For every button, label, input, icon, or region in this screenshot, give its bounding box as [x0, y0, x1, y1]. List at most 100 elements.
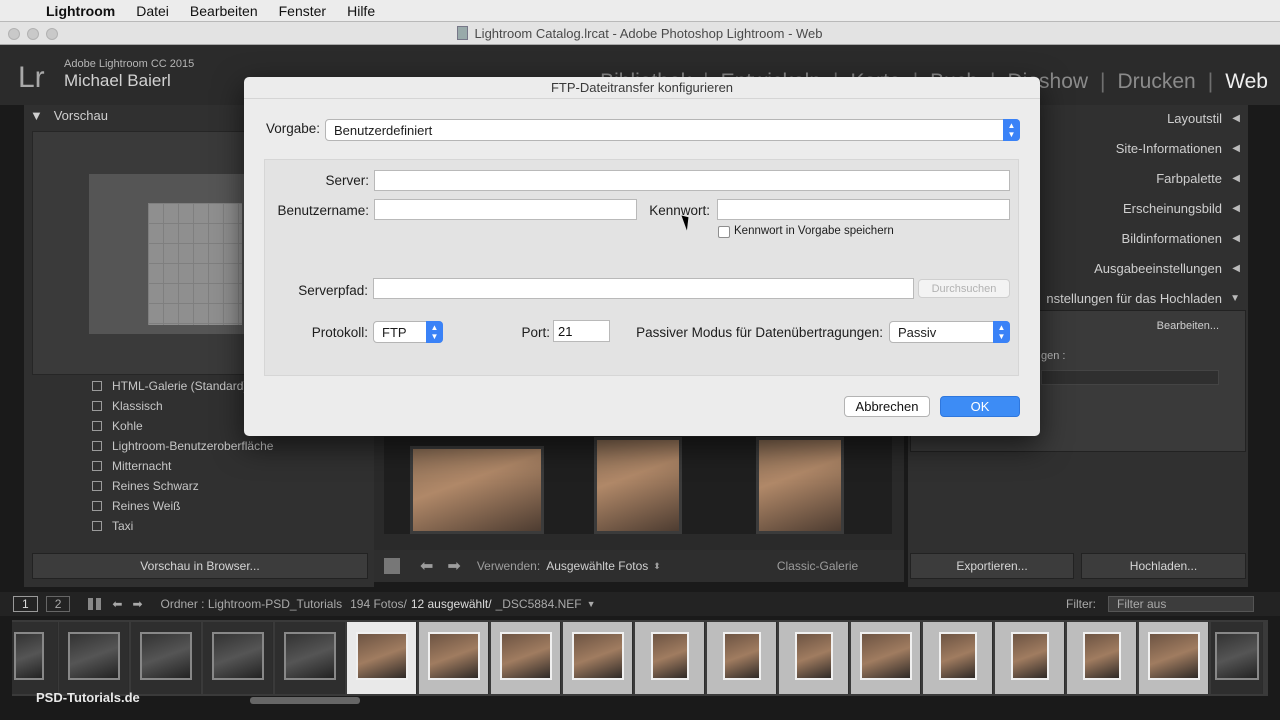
collapse-triangle-icon: ▼: [30, 108, 43, 123]
user-name: Michael Baierl: [64, 71, 171, 90]
template-icon: [92, 521, 102, 531]
template-item[interactable]: Lightroom-Benutzeroberfläche: [32, 436, 368, 456]
filmstrip-thumb[interactable]: [275, 622, 345, 694]
section-label: Erscheinungsbild: [1122, 200, 1222, 216]
preview-panel-label: Vorschau: [53, 108, 108, 123]
filter-selector[interactable]: Filter aus: [1108, 596, 1254, 612]
export-button[interactable]: Exportieren...: [910, 553, 1074, 579]
filmstrip-thumb[interactable]: [1211, 622, 1263, 694]
subfolder-field[interactable]: [1041, 370, 1219, 385]
section-bildinformationen[interactable]: Bildinformationen ◀: [1040, 224, 1248, 252]
close-window-button[interactable]: [8, 28, 20, 40]
filmstrip-thumb[interactable]: [851, 622, 921, 694]
cancel-button[interactable]: Abbrechen: [844, 396, 930, 417]
filmstrip-thumb[interactable]: [635, 622, 705, 694]
preview-in-browser-button[interactable]: Vorschau in Browser...: [32, 553, 368, 579]
upload-button[interactable]: Hochladen...: [1081, 553, 1246, 579]
expand-arrow-icon: ▼: [1230, 292, 1240, 304]
display-1-button[interactable]: 1: [13, 596, 38, 612]
port-field[interactable]: [553, 320, 610, 342]
previous-arrow-icon[interactable]: ⬅: [420, 556, 433, 576]
template-icon: [92, 441, 102, 451]
collapse-arrow-icon: ◀: [1232, 262, 1240, 274]
watermark-logo: PSD-Tutorials.de: [36, 690, 140, 705]
zoom-window-button[interactable]: [46, 28, 58, 40]
filmstrip-thumb[interactable]: [995, 622, 1065, 694]
collapse-arrow-icon: ◀: [1232, 202, 1240, 214]
template-label: Reines Weiß: [112, 499, 181, 513]
template-label: HTML-Galerie (Standard): [112, 379, 248, 393]
gallery-photo[interactable]: [410, 446, 544, 534]
preset-value: Benutzerdefiniert: [334, 122, 433, 138]
back-arrow-icon[interactable]: ⬅: [112, 597, 122, 611]
template-item[interactable]: Reines Weiß: [32, 496, 368, 516]
template-item[interactable]: Taxi: [32, 516, 368, 536]
section-label: nstellungen für das Hochladen: [1046, 290, 1222, 306]
grid-view-icon[interactable]: [88, 598, 103, 610]
filmstrip-thumb[interactable]: [563, 622, 633, 694]
source-path[interactable]: Ordner : Lightroom-PSD_Tutorials: [161, 597, 343, 611]
server-path-field[interactable]: [373, 278, 914, 299]
menu-lightroom[interactable]: Lightroom: [46, 3, 115, 19]
filmstrip-thumb[interactable]: [1067, 622, 1137, 694]
menu-hilfe[interactable]: Hilfe: [347, 3, 375, 19]
forward-arrow-icon[interactable]: ➡: [132, 597, 142, 611]
password-field[interactable]: [717, 199, 1010, 220]
section-site-informationen[interactable]: Site-Informationen ◀: [1040, 134, 1248, 162]
section-label: Layoutstil: [1167, 110, 1222, 126]
filmstrip-thumb[interactable]: [59, 622, 129, 694]
gallery-photo[interactable]: [594, 437, 682, 534]
stop-icon[interactable]: [384, 558, 400, 574]
filmstrip-thumb[interactable]: [131, 622, 201, 694]
filmstrip-thumb[interactable]: [1139, 622, 1209, 694]
menu-fenster[interactable]: Fenster: [279, 3, 326, 19]
section-erscheinungsbild[interactable]: Erscheinungsbild ◀: [1040, 194, 1248, 222]
filmstrip-thumb[interactable]: [923, 622, 993, 694]
browse-button[interactable]: Durchsuchen: [918, 279, 1010, 298]
next-arrow-icon[interactable]: ➡: [447, 556, 460, 576]
username-field[interactable]: [374, 199, 637, 220]
filmstrip-header: 1 2 ⬅ ➡ Ordner : Lightroom-PSD_Tutorials…: [0, 592, 1280, 616]
menu-bearbeiten[interactable]: Bearbeiten: [190, 3, 258, 19]
filmstrip-thumb[interactable]: [419, 622, 489, 694]
module-web[interactable]: Web: [1225, 70, 1268, 94]
server-field[interactable]: [374, 170, 1010, 191]
section-ausgabeeinstellungen[interactable]: Ausgabeeinstellungen ◀: [1040, 254, 1248, 282]
template-preview-grid: [148, 203, 242, 325]
protocol-select[interactable]: FTP ▲ ▼: [373, 321, 443, 343]
preset-select[interactable]: Benutzerdefiniert ▲ ▼: [325, 119, 1020, 141]
module-drucken[interactable]: Drucken: [1118, 70, 1196, 94]
product-name: Adobe Lightroom CC 2015: [64, 58, 195, 70]
section-upload-settings[interactable]: nstellungen für das Hochladen ▼: [1040, 284, 1248, 312]
port-label: Port:: [521, 325, 550, 340]
filmstrip-scrollbar[interactable]: [250, 697, 360, 704]
section-layoutstil[interactable]: Layoutstil ◀: [1040, 104, 1248, 132]
section-label: Bildinformationen: [1121, 230, 1222, 246]
filmstrip-thumb[interactable]: [347, 622, 417, 694]
web-toolbar: ⬅ ➡ Verwenden: Ausgewählte Fotos ⬍ Class…: [374, 550, 904, 582]
use-selector[interactable]: Ausgewählte Fotos: [546, 559, 648, 573]
passive-mode-select[interactable]: Passiv ▲ ▼: [889, 321, 1010, 343]
menu-datei[interactable]: Datei: [136, 3, 169, 19]
password-label: Kennwort:: [649, 203, 710, 218]
filmstrip-thumb[interactable]: [491, 622, 561, 694]
preset-label: Vorgabe:: [265, 121, 320, 136]
ok-button[interactable]: OK: [940, 396, 1020, 417]
preview-panel-header[interactable]: ▼ Vorschau: [30, 108, 108, 123]
save-password-checkbox[interactable]: [718, 226, 730, 238]
section-farbpalette[interactable]: Farbpalette ◀: [1040, 164, 1248, 192]
display-2-button[interactable]: 2: [45, 596, 71, 612]
chevron-down-icon: ▼: [586, 599, 596, 609]
gallery-photo[interactable]: [756, 437, 844, 534]
filmstrip-thumb[interactable]: [707, 622, 777, 694]
dialog-title: FTP-Dateitransfer konfigurieren: [244, 77, 1040, 99]
filmstrip-thumb[interactable]: [779, 622, 849, 694]
filename[interactable]: _DSC5884.NEF: [496, 597, 582, 611]
template-item[interactable]: Reines Schwarz: [32, 476, 368, 496]
filmstrip-thumb[interactable]: [12, 622, 58, 694]
template-label: Mitternacht: [112, 459, 172, 473]
filmstrip-thumb[interactable]: [203, 622, 273, 694]
minimize-window-button[interactable]: [27, 28, 39, 40]
edit-ftp-selector[interactable]: Bearbeiten...: [1157, 320, 1219, 332]
template-item[interactable]: Mitternacht: [32, 456, 368, 476]
